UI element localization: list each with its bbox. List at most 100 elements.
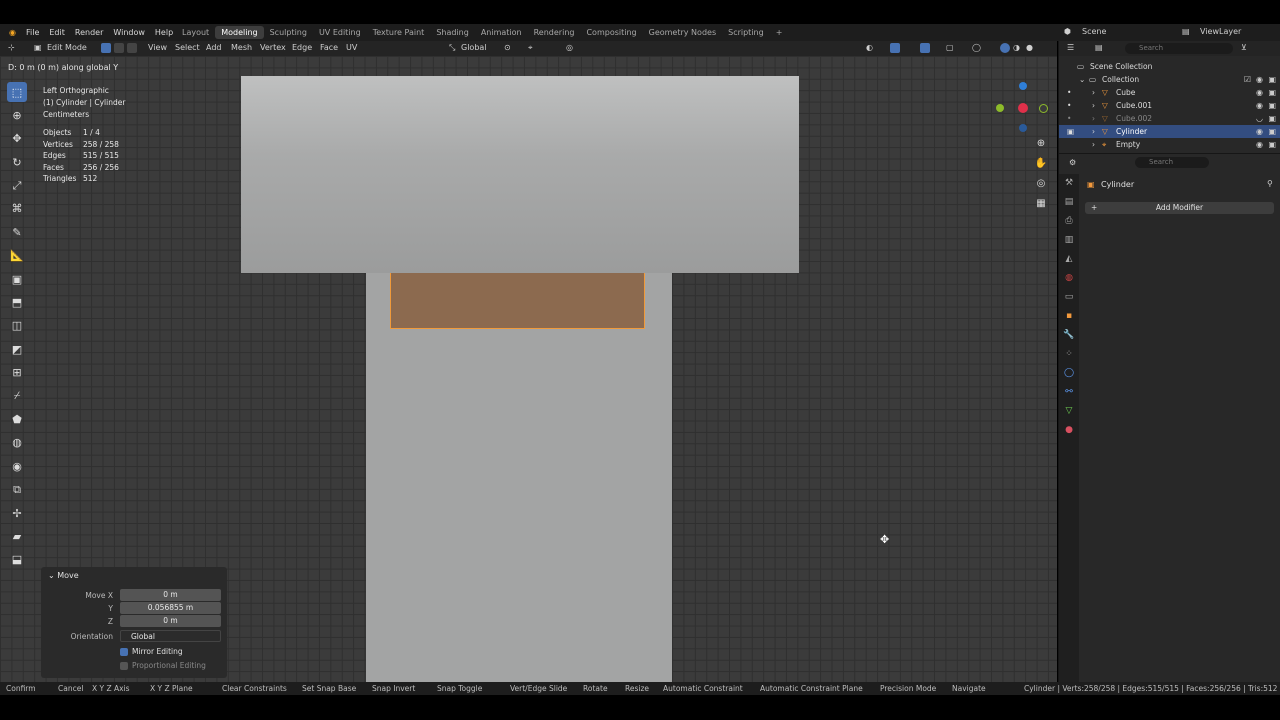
camera-icon[interactable]: ▣ (1268, 101, 1276, 110)
solid-shading-icon[interactable] (1000, 43, 1010, 53)
move-z-field[interactable]: 0 m (120, 615, 221, 627)
chevron-down-icon[interactable]: ⌄ (1079, 75, 1085, 84)
select-box-tool-icon[interactable]: ⬚ (7, 82, 27, 102)
face-select-icon[interactable] (127, 43, 137, 53)
gizmo-neg-y-axis[interactable] (1039, 104, 1048, 113)
filter-icon[interactable]: ⊻ (1241, 43, 1247, 52)
menu-add[interactable]: Add (206, 43, 222, 52)
gizmo-toggle-icon[interactable] (890, 43, 900, 53)
output-tab-icon[interactable]: ⎙ (1059, 212, 1079, 231)
proportional-edit-icon[interactable]: ◎ (566, 43, 573, 52)
visibility-icon[interactable]: ◐ (866, 43, 873, 52)
eye-icon[interactable]: ◉ (1256, 88, 1263, 97)
ortho-grid-icon[interactable]: ▦ (1033, 198, 1049, 214)
tab-modeling[interactable]: Modeling (215, 26, 264, 39)
physics-tab-icon[interactable]: ◯ (1059, 364, 1079, 383)
checkbox-unchecked-icon[interactable] (120, 662, 128, 670)
outliner-editor-icon[interactable]: ☰ (1067, 43, 1074, 52)
eye-icon[interactable]: ◉ (1256, 75, 1263, 84)
camera-view-icon[interactable]: ◎ (1033, 178, 1049, 194)
navigation-gizmo[interactable] (995, 82, 1049, 138)
outliner-item-empty[interactable]: › ⌖ Empty ◉ ▣ (1059, 138, 1280, 151)
menu-render[interactable]: Render (70, 27, 108, 38)
cylinder-body-mesh[interactable] (366, 273, 672, 682)
menu-select[interactable]: Select (175, 43, 200, 52)
scene-collection-row[interactable]: ▭ Scene Collection (1059, 60, 1280, 73)
overlay-toggle-icon[interactable] (920, 43, 930, 53)
tab-layout[interactable]: Layout (176, 26, 215, 39)
rendered-shading-icon[interactable]: ● (1026, 43, 1033, 52)
mode-selector[interactable]: Edit Mode (47, 43, 87, 52)
tab-texture-paint[interactable]: Texture Paint (367, 26, 431, 39)
add-cube-tool-icon[interactable]: ▣ (7, 269, 27, 289)
tool-tab-icon[interactable]: ⚒ (1059, 174, 1079, 193)
tab-sculpting[interactable]: Sculpting (264, 26, 313, 39)
chevron-right-icon[interactable]: › (1092, 101, 1095, 110)
menu-file[interactable]: File (21, 27, 44, 38)
rotate-tool-icon[interactable]: ↻ (7, 152, 27, 172)
eye-icon[interactable]: ◉ (1256, 127, 1263, 136)
outliner-item-cube[interactable]: • › ▽ Cube ◉ ▣ (1059, 86, 1280, 99)
mirror-editing-checkbox[interactable]: Mirror Editing (120, 647, 183, 656)
camera-icon[interactable]: ▣ (1268, 88, 1276, 97)
material-shading-icon[interactable]: ◑ (1013, 43, 1020, 52)
chevron-right-icon[interactable]: › (1092, 114, 1095, 123)
camera-icon[interactable]: ▣ (1268, 75, 1276, 84)
transform-orientation-selector[interactable]: Global (461, 43, 487, 52)
shear-tool-icon[interactable]: ▰ (7, 526, 27, 546)
scene-name[interactable]: Scene (1082, 27, 1106, 36)
menu-face[interactable]: Face (320, 43, 338, 52)
knife-tool-icon[interactable]: ⌿ (7, 386, 27, 406)
operator-title[interactable]: ⌄ Move (48, 571, 79, 580)
gizmo-z-axis[interactable] (1019, 82, 1027, 90)
chevron-right-icon[interactable]: › (1092, 140, 1095, 149)
xray-icon[interactable]: ▢ (946, 43, 954, 52)
checkbox-checked-icon[interactable]: ☑ (1244, 75, 1251, 84)
edge-select-icon[interactable] (114, 43, 124, 53)
pin-icon[interactable]: ⚲ (1267, 179, 1273, 188)
view-layer-tab-icon[interactable]: ▥ (1059, 231, 1079, 250)
eye-closed-icon[interactable]: ◡ (1256, 114, 1263, 123)
tab-uv-editing[interactable]: UV Editing (313, 26, 367, 39)
tab-rendering[interactable]: Rendering (528, 26, 581, 39)
object-tab-icon[interactable]: ▪ (1059, 307, 1079, 326)
data-tab-icon[interactable]: ▽ (1059, 402, 1079, 421)
zoom-icon[interactable]: ⊕ (1033, 138, 1049, 154)
outliner-item-cube-001[interactable]: • › ▽ Cube.001 ◉ ▣ (1059, 99, 1280, 112)
chevron-right-icon[interactable]: › (1092, 88, 1095, 97)
tab-scripting[interactable]: Scripting (722, 26, 770, 39)
move-x-field[interactable]: 0 m (120, 589, 221, 601)
gizmo-y-axis[interactable] (996, 104, 1004, 112)
menu-view[interactable]: View (148, 43, 167, 52)
editor-type-icon[interactable]: ⊹ (8, 43, 15, 52)
chevron-right-icon[interactable]: › (1092, 127, 1095, 136)
menu-window[interactable]: Window (108, 27, 150, 38)
gizmo-neg-z-axis[interactable] (1019, 124, 1027, 132)
camera-icon[interactable]: ▣ (1268, 140, 1276, 149)
move-y-field[interactable]: 0.056855 m (120, 602, 221, 614)
add-workspace-icon[interactable]: + (770, 26, 789, 39)
menu-mesh[interactable]: Mesh (231, 43, 252, 52)
bevel-tool-icon[interactable]: ◩ (7, 339, 27, 359)
snap-icon[interactable]: ⌖ (528, 43, 533, 53)
edit-mode-icon[interactable]: ▣ (1067, 127, 1074, 136)
camera-icon[interactable]: ▣ (1268, 114, 1276, 123)
edge-slide-tool-icon[interactable]: ⧉ (7, 480, 27, 500)
wireframe-shading-icon[interactable]: ◯ (972, 43, 981, 52)
tab-compositing[interactable]: Compositing (580, 26, 642, 39)
menu-edit[interactable]: Edit (44, 27, 70, 38)
tab-animation[interactable]: Animation (475, 26, 528, 39)
outliner-item-cylinder[interactable]: ▣ › ▽ Cylinder ◉ ▣ (1059, 125, 1280, 138)
display-mode-icon[interactable]: ▤ (1095, 43, 1103, 52)
smooth-tool-icon[interactable]: ◉ (7, 456, 27, 476)
annotate-tool-icon[interactable]: ✎ (7, 222, 27, 242)
menu-edge[interactable]: Edge (292, 43, 312, 52)
poly-build-tool-icon[interactable]: ⬟ (7, 409, 27, 429)
pivot-icon[interactable]: ⊙ (504, 43, 511, 52)
outliner-item-cube-002[interactable]: • › ▽ Cube.002 ◡ ▣ (1059, 112, 1280, 125)
cylinder-cap-mesh[interactable] (241, 76, 799, 273)
pan-hand-icon[interactable]: ✋ (1033, 158, 1049, 174)
collection-tab-icon[interactable]: ▭ (1059, 288, 1079, 307)
world-tab-icon[interactable]: ◍ (1059, 269, 1079, 288)
menu-uv[interactable]: UV (346, 43, 357, 52)
